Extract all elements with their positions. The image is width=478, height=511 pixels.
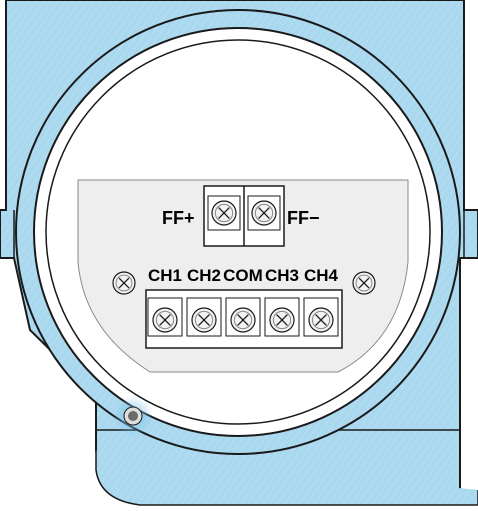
channel-label-ch2: CH2: [187, 266, 221, 285]
bottom-terminal-screws: [147, 297, 339, 337]
ff-negative-label: FF−: [287, 208, 320, 228]
terminal-screw-com: [230, 307, 256, 333]
led-indicator: [113, 396, 153, 436]
ff-positive-screw: [211, 200, 237, 226]
channel-label-ch4: CH4: [304, 266, 339, 285]
channel-label-com: COM: [223, 266, 263, 285]
mounting-screw-left: [112, 271, 136, 295]
channel-label-ch1: CH1: [148, 266, 182, 285]
channel-labels: CH1 CH2 COM CH3 CH4: [148, 266, 339, 285]
ff-positive-label: FF+: [162, 208, 195, 228]
led-dot: [128, 411, 138, 421]
terminal-screw-ch3: [269, 307, 295, 333]
ff-negative-screw: [251, 200, 277, 226]
mounting-screw-right: [352, 271, 376, 295]
terminal-enclosure-diagram: FF+ FF− CH1 CH2 COM CH3 CH4: [0, 0, 478, 511]
terminal-screw-ch1: [152, 307, 178, 333]
terminal-screw-ch4: [308, 307, 334, 333]
channel-label-ch3: CH3: [265, 266, 299, 285]
enclosure-svg: FF+ FF− CH1 CH2 COM CH3 CH4: [0, 0, 478, 506]
bottom-terminal-block: CH1 CH2 COM CH3 CH4: [145, 266, 343, 349]
terminal-screw-ch2: [191, 307, 217, 333]
